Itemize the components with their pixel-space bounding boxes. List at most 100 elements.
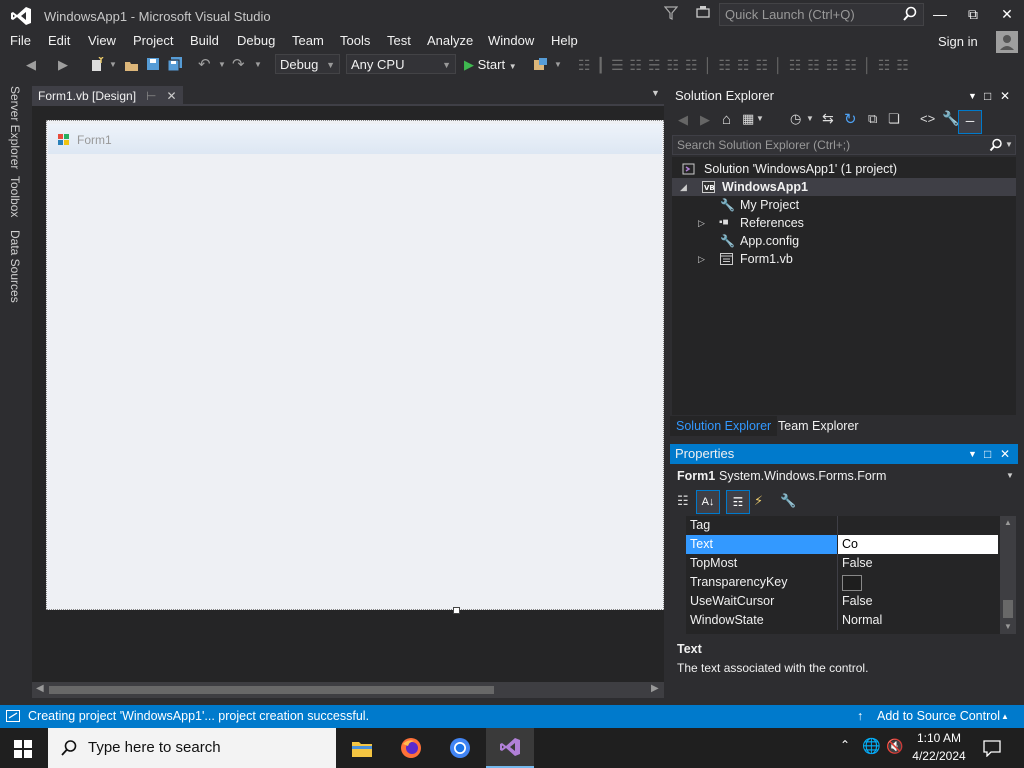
window-position-dropdown-icon[interactable]: ▼ <box>968 444 977 464</box>
search-icon[interactable] <box>989 138 1003 152</box>
form1-designer[interactable] <box>46 120 664 610</box>
property-value-input[interactable]: Co <box>838 535 998 554</box>
solution-configuration-dropdown[interactable]: Debug ▼ <box>275 54 340 74</box>
property-value[interactable]: False <box>842 554 873 573</box>
alphabetical-icon[interactable]: A↓ <box>696 490 720 514</box>
open-file-icon[interactable] <box>124 57 140 73</box>
server-explorer-tab[interactable]: Server Explorer <box>8 86 22 169</box>
menu-window[interactable]: Window <box>488 33 534 48</box>
redo-icon[interactable]: ↷ <box>232 56 245 74</box>
add-to-source-control-button[interactable]: Add to Source Control <box>877 705 1000 728</box>
pin-icon[interactable]: □ <box>984 86 991 106</box>
scrollbar-thumb[interactable] <box>1003 600 1013 618</box>
network-icon[interactable]: 🌐 <box>862 737 881 755</box>
taskbar-search-box[interactable]: Type here to search <box>48 728 336 768</box>
show-hidden-icons-chevron-icon[interactable]: ⌃ <box>840 738 850 752</box>
close-button[interactable]: ✕ <box>991 2 1023 26</box>
menu-tools[interactable]: Tools <box>340 33 370 48</box>
property-pages-icon[interactable]: 🔧 <box>780 493 796 509</box>
account-icon[interactable] <box>996 31 1018 53</box>
property-value[interactable]: Normal <box>842 611 882 630</box>
taskbar-time[interactable]: 1:10 AM <box>906 731 972 745</box>
tab-team-explorer[interactable]: Team Explorer <box>772 416 865 436</box>
forward-icon[interactable]: ▶ <box>700 112 710 128</box>
visual-studio-taskbar-button[interactable] <box>486 728 534 768</box>
pin-tab-icon[interactable]: ⊢ <box>146 86 156 106</box>
menu-build[interactable]: Build <box>190 33 219 48</box>
tab-solution-explorer[interactable]: Solution Explorer <box>670 416 778 436</box>
navigate-forward-icon[interactable]: ▶ <box>58 56 68 74</box>
collapse-all-icon[interactable]: ⧉ <box>868 111 877 127</box>
properties-wrench-icon[interactable]: 🔧 <box>942 110 959 127</box>
preview-selected-items-icon[interactable]: ─ <box>958 110 982 134</box>
categorized-icon[interactable]: ☷ <box>677 493 689 509</box>
color-swatch[interactable] <box>842 575 862 591</box>
toolbox-tab[interactable]: Toolbox <box>8 176 22 217</box>
pending-changes-filter-icon[interactable]: ◷ <box>790 111 801 127</box>
events-icon[interactable]: ⚡ <box>754 493 763 509</box>
solution-views-dropdown-icon[interactable]: ▼ <box>756 114 764 123</box>
sync-with-document-icon[interactable]: ⇆ <box>822 110 834 127</box>
menu-analyze[interactable]: Analyze <box>427 33 473 48</box>
solution-platform-dropdown[interactable]: Any CPU ▼ <box>346 54 456 74</box>
properties-header[interactable]: Properties ▼ □ ✕ <box>670 444 1018 464</box>
property-row-tag[interactable]: Tag <box>686 516 1000 535</box>
show-all-files-icon[interactable]: ❏ <box>888 111 900 127</box>
refresh-icon[interactable]: ↻ <box>844 110 857 128</box>
save-all-icon[interactable] <box>167 56 183 72</box>
close-tab-icon[interactable]: ✕ <box>167 86 177 106</box>
menu-team[interactable]: Team <box>292 33 324 48</box>
window-position-dropdown-icon[interactable]: ▼ <box>968 86 977 106</box>
menu-view[interactable]: View <box>88 33 116 48</box>
chrome-taskbar-button[interactable] <box>436 728 484 768</box>
search-options-dropdown-icon[interactable]: ▼ <box>1005 140 1013 149</box>
notification-filter-icon[interactable] <box>664 5 678 21</box>
menu-edit[interactable]: Edit <box>48 33 70 48</box>
search-icon[interactable] <box>902 6 918 22</box>
notifications-icon[interactable] <box>983 739 1001 757</box>
view-code-icon[interactable]: <> <box>920 111 935 126</box>
menu-help[interactable]: Help <box>551 33 578 48</box>
property-row-transparencykey[interactable]: TransparencyKey <box>686 573 1000 592</box>
file-explorer-taskbar-button[interactable] <box>338 728 386 768</box>
browser-link-icon[interactable] <box>533 57 549 73</box>
undo-dropdown-icon[interactable]: ▼ <box>218 56 226 74</box>
new-project-icon[interactable] <box>90 57 104 73</box>
properties-view-icon[interactable]: ☶ <box>726 490 750 514</box>
save-icon[interactable] <box>146 57 160 71</box>
windows-start-icon[interactable] <box>14 740 32 758</box>
form-resize-handle[interactable] <box>453 607 460 614</box>
feedback-icon[interactable] <box>695 5 711 21</box>
expand-arrow-icon[interactable]: ▷ <box>698 250 705 268</box>
chevron-up-icon[interactable]: ▲ <box>1001 705 1009 728</box>
pin-icon[interactable]: □ <box>984 444 991 464</box>
scroll-down-icon[interactable]: ▼ <box>1004 622 1012 631</box>
undo-icon[interactable]: ↶ <box>198 56 211 74</box>
navigate-back-icon[interactable]: ◀ <box>26 56 36 74</box>
data-sources-tab[interactable]: Data Sources <box>8 230 22 303</box>
start-dropdown-icon[interactable]: ▼ <box>509 62 517 71</box>
object-selector-dropdown[interactable]: Form1 System.Windows.Forms.Form ▼ <box>672 466 1016 486</box>
property-row-text[interactable]: Text Co <box>686 535 1000 554</box>
collapse-arrow-icon[interactable]: ◢ <box>680 178 687 196</box>
menu-test[interactable]: Test <box>387 33 411 48</box>
home-icon[interactable]: ⌂ <box>722 111 731 128</box>
close-panel-icon[interactable]: ✕ <box>1000 86 1010 106</box>
solution-explorer-search-input[interactable]: Search Solution Explorer (Ctrl+;) ▼ <box>672 135 1016 155</box>
scrollbar-thumb[interactable] <box>49 686 494 694</box>
toolbar-overflow-icon[interactable]: ▼ <box>554 56 562 74</box>
property-row-windowstate[interactable]: WindowState Normal <box>686 611 1000 630</box>
taskbar-date[interactable]: 4/22/2024 <box>906 749 972 763</box>
new-project-dropdown-icon[interactable]: ▼ <box>109 56 117 74</box>
solution-explorer-header[interactable]: Solution Explorer ▼ □ ✕ <box>670 86 1018 106</box>
scroll-left-icon[interactable]: ◀ <box>36 683 44 694</box>
tab-form1-design[interactable]: Form1.vb [Design] ⊢ ✕ <box>32 86 183 106</box>
redo-dropdown-icon[interactable]: ▼ <box>254 56 262 74</box>
menu-debug[interactable]: Debug <box>237 33 275 48</box>
expand-arrow-icon[interactable]: ▷ <box>698 214 705 232</box>
minimize-button[interactable]: — <box>924 2 956 26</box>
property-value[interactable]: False <box>842 592 873 611</box>
quick-launch-input[interactable]: Quick Launch (Ctrl+Q) <box>719 3 924 26</box>
menu-project[interactable]: Project <box>133 33 173 48</box>
scroll-up-icon[interactable]: ▲ <box>1004 518 1012 527</box>
